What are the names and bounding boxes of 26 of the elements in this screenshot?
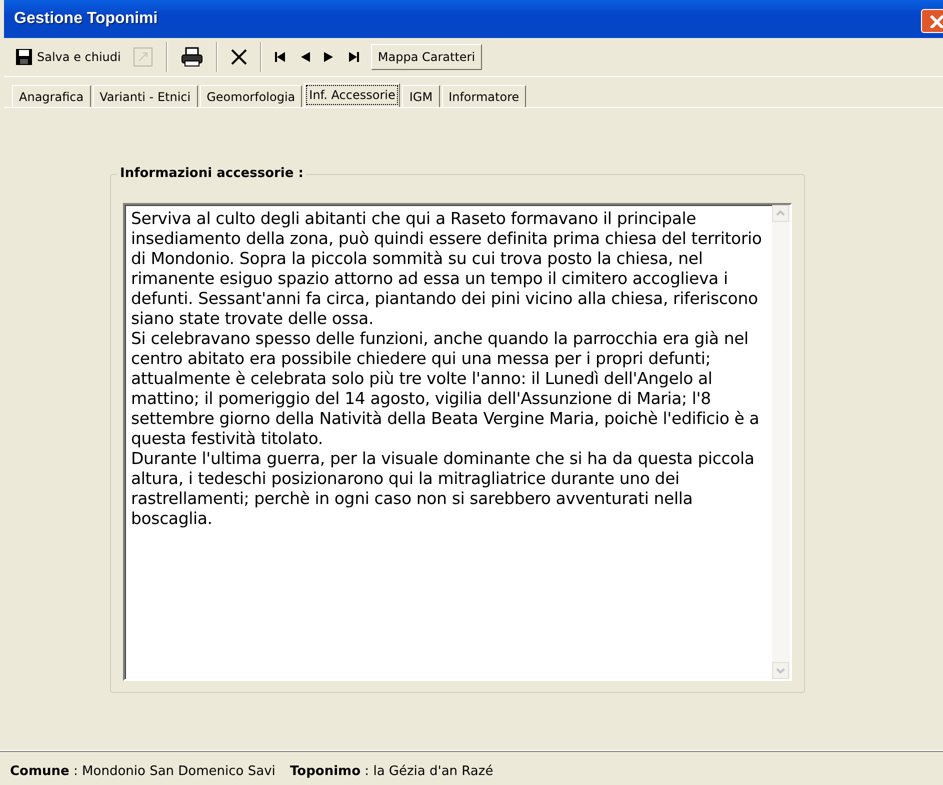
document-icon	[132, 47, 153, 67]
charmap-button[interactable]: Mappa Caratteri	[370, 44, 482, 70]
floppy-icon	[16, 49, 32, 65]
text-area[interactable]: Serviva al culto degli abitanti che qui a Raseto formavano il principale insediamento della zona, può quindi essere definita prima chiesa del territorio di Mondonio. Sopra la piccola sommità su cui trova posto la chiesa, nel rimanente esiguo spazio attorno ad essa un tempo il cimitero accoglieva i defunti. Sessant'anni fa circa, piantando dei pini vicino alla chiesa, riferiscono siano state trovate delle ossa. Si celebravano spesso delle funzioni, anche quando la parrocchia era già nel centro abitato era possibile chiedere qui una messa per i propri defunti; attualmente è celebrata solo più tre volte l'anno: il Lunedì dell'Angelo al mattino; il pomeriggio del 14 agosto, vigilia dell'Assunzione di Maria; l'8 settembre giorno della Natività della Beata Vergine Maria, poichè l'edificio è a questa festività titolato. Durante l'ultima guerra, per la visuale dominante che si ha da questa piccola altura, i tedeschi posizionarono qui la mitragliatrice durante uno dei rastrellamenti; perchè in ogni caso non si sarebbero avventurati nella boscaglia.	[123, 203, 792, 681]
tab[interactable]: Geomorfologia	[200, 85, 302, 107]
close-icon	[230, 49, 247, 65]
status-value: la Gézia d'an Razé	[373, 764, 494, 778]
status-label: Toponimo	[290, 764, 361, 778]
tab[interactable]: Varianti - Etnici	[92, 85, 198, 107]
tab[interactable]: Anagrafica	[12, 85, 91, 107]
last-icon	[346, 52, 359, 62]
previous-icon	[300, 52, 310, 62]
status-value: Mondonio San Domenico Savi	[82, 764, 276, 778]
window-title: Gestione Toponimi	[14, 10, 158, 28]
next-icon	[324, 52, 333, 62]
save-button[interactable]: Salva e chiudi	[12, 47, 125, 67]
status-separator: :	[364, 764, 370, 778]
printer-icon	[180, 47, 203, 67]
tab[interactable]: Informatore	[442, 85, 526, 107]
status-separator: :	[74, 764, 78, 778]
first-icon	[274, 52, 287, 62]
tab[interactable]: Inf. Accessorie	[304, 83, 400, 107]
tab[interactable]: IGM	[402, 85, 440, 107]
close-button[interactable]	[921, 9, 943, 33]
status-label: Comune	[10, 764, 70, 778]
close-icon	[929, 14, 943, 28]
